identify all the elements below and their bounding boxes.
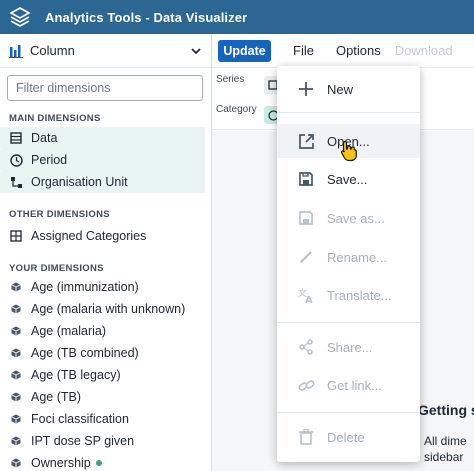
- getting-started-bullet-cont: sidebar: [424, 450, 464, 464]
- cube-icon: [9, 456, 23, 470]
- menu-item-share[interactable]: Share...: [277, 330, 420, 364]
- file-menu-button[interactable]: File: [293, 43, 314, 58]
- menu-item-label: Save...: [327, 171, 368, 187]
- dimension-label: Age (immunization): [31, 280, 139, 294]
- other-dimensions-title: OTHER DIMENSIONS: [9, 209, 110, 220]
- filter-dimensions-input[interactable]: [7, 75, 203, 101]
- menu-divider: [277, 322, 420, 323]
- trash-icon: [297, 428, 315, 446]
- dimension-label: Organisation Unit: [31, 175, 128, 189]
- status-dot: [95, 460, 102, 466]
- app-title: Analytics Tools - Data Visualizer: [45, 9, 248, 25]
- dimension-period[interactable]: Period: [0, 149, 205, 171]
- cube-icon: [9, 302, 23, 316]
- menu-item-rename[interactable]: Rename...: [277, 240, 420, 274]
- menu-item-save-as[interactable]: Save as...: [277, 201, 420, 235]
- dimension-item[interactable]: Age (malaria): [0, 320, 211, 342]
- grid-icon: [9, 229, 23, 243]
- menu-item-save[interactable]: Save...: [277, 162, 420, 196]
- main-toolbar: Update File Options Download: [212, 34, 474, 68]
- menu-item-new[interactable]: New: [277, 72, 420, 106]
- dimension-label: Period: [31, 153, 68, 167]
- update-button[interactable]: Update: [218, 39, 271, 62]
- dimension-label: Age (malaria): [31, 324, 107, 338]
- open-external-icon: [297, 132, 315, 150]
- hand-cursor-icon: [341, 140, 357, 162]
- cube-icon: [9, 434, 23, 448]
- pencil-icon: [297, 248, 315, 266]
- cube-icon: [9, 346, 23, 360]
- column-chart-icon: [9, 44, 23, 58]
- chevron-down-icon: [191, 47, 201, 54]
- dimension-item[interactable]: Ownership: [0, 452, 211, 471]
- dimension-item[interactable]: Age (TB combined): [0, 342, 211, 364]
- menu-item-label: Get link...: [327, 377, 382, 393]
- dimension-item[interactable]: Age (TB legacy): [0, 364, 211, 386]
- link-icon: [297, 376, 315, 394]
- getting-started-bullet: All dime: [424, 434, 467, 448]
- menu-item-get-link[interactable]: Get link...: [277, 368, 420, 402]
- database-icon: [9, 131, 23, 145]
- menu-item-label: Share...: [327, 339, 373, 355]
- visualization-type-select[interactable]: Column: [0, 34, 211, 68]
- dimension-item[interactable]: Foci classification: [0, 408, 211, 430]
- category-axis-label: Category: [216, 104, 257, 115]
- dimension-data[interactable]: Data: [0, 127, 205, 149]
- menu-item-label: Rename...: [327, 249, 387, 265]
- visualization-type-label: Column: [30, 43, 75, 58]
- save-icon: [297, 170, 315, 188]
- dimension-label: Ownership: [31, 456, 91, 470]
- hierarchy-icon: [9, 175, 23, 189]
- share-icon: [297, 338, 315, 356]
- dimension-item[interactable]: Age (TB): [0, 386, 211, 408]
- dimension-item[interactable]: Age (immunization): [0, 276, 211, 298]
- cube-icon: [9, 412, 23, 426]
- series-axis-label: Series: [216, 74, 245, 85]
- dimension-assigned-categories[interactable]: Assigned Categories: [0, 225, 211, 247]
- menu-item-label: Translate...: [327, 287, 392, 303]
- dimension-item[interactable]: IPT dose SP given: [0, 430, 211, 452]
- main-dimensions-title: MAIN DIMENSIONS: [9, 113, 101, 124]
- dimension-label: Assigned Categories: [31, 229, 147, 243]
- dimension-label: Age (malaria with unknown): [31, 302, 186, 316]
- cube-icon: [9, 324, 23, 338]
- menu-item-label: New: [327, 81, 354, 97]
- plus-icon: [297, 80, 315, 98]
- dimension-organisation-unit[interactable]: Organisation Unit: [0, 171, 205, 193]
- save-as-icon: [297, 209, 315, 227]
- translate-icon: 文A: [297, 286, 315, 304]
- dimension-label: Age (TB legacy): [31, 368, 121, 382]
- file-menu-dropdown: New Open... Save... Save as... Rename...…: [277, 66, 420, 462]
- clock-icon: [9, 153, 23, 167]
- app-logo-icon[interactable]: [9, 6, 31, 28]
- dimension-item[interactable]: Age (malaria with unknown): [0, 298, 211, 320]
- menu-item-label: Delete: [327, 429, 365, 445]
- download-menu-button[interactable]: Download: [395, 43, 453, 58]
- menu-item-translate[interactable]: 文A Translate...: [277, 278, 420, 312]
- svg-text:A: A: [305, 295, 313, 304]
- cube-icon: [9, 280, 23, 294]
- dimension-label: IPT dose SP given: [31, 434, 135, 448]
- dimension-label: Age (TB): [31, 390, 82, 404]
- options-menu-button[interactable]: Options: [336, 43, 381, 58]
- your-dimensions-title: YOUR DIMENSIONS: [9, 263, 104, 274]
- menu-divider: [277, 412, 420, 413]
- dimension-label: Data: [31, 131, 58, 145]
- getting-started-heading: Getting s: [418, 402, 474, 418]
- dimension-label: Age (TB combined): [31, 346, 139, 360]
- app-header: Analytics Tools - Data Visualizer: [0, 0, 474, 34]
- cube-icon: [9, 390, 23, 404]
- cube-icon: [9, 368, 23, 382]
- menu-item-delete[interactable]: Delete: [277, 420, 420, 454]
- menu-divider: [277, 112, 420, 113]
- menu-item-label: Save as...: [327, 210, 385, 226]
- dimensions-panel: Column MAIN DIMENSIONS Data Period Organ…: [0, 34, 212, 471]
- dimension-label: Foci classification: [31, 412, 129, 426]
